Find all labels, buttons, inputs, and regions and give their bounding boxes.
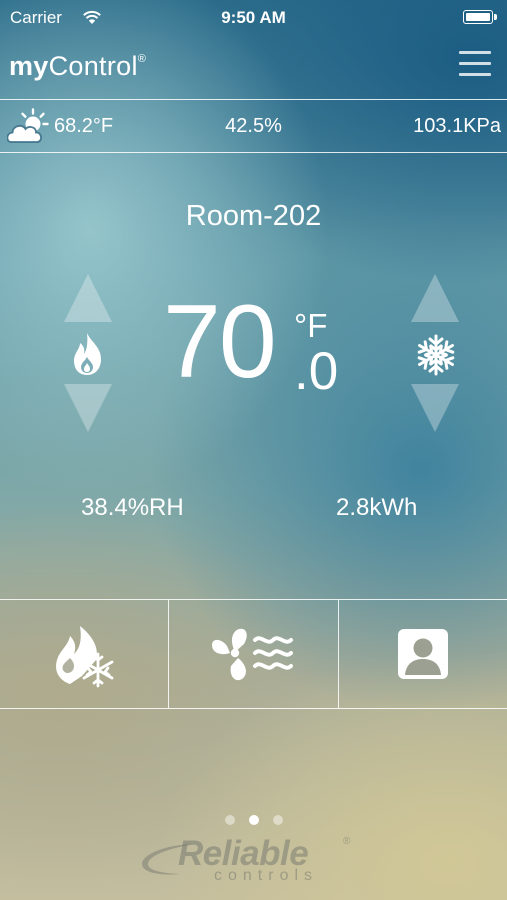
cool-down-arrow-icon[interactable] [411, 384, 459, 432]
hamburger-menu-icon[interactable] [459, 47, 491, 79]
logo-text-my: my [9, 51, 49, 81]
fan-icon [212, 628, 294, 681]
status-bar: Carrier 9:50 AM [0, 0, 507, 36]
snowflake-icon [415, 334, 457, 376]
heat-up-arrow-icon[interactable] [64, 274, 112, 322]
setpoint-temperature: 70 [163, 284, 277, 400]
page-indicator [0, 815, 507, 825]
occupancy-person-icon [397, 629, 448, 679]
weather-bar: 68.2°F 42.5% 103.1KPa [0, 99, 507, 153]
heat-cool-mode-button[interactable] [0, 600, 168, 708]
logo-registered-mark: ® [137, 53, 147, 65]
cool-up-arrow-icon[interactable] [411, 274, 459, 322]
setpoint-unit: °F [294, 307, 328, 344]
room-humidity: 38.4%RH [81, 494, 184, 521]
brand-registered-mark: ® [343, 836, 351, 847]
occupancy-button[interactable] [337, 600, 507, 708]
energy-usage: 2.8kWh [336, 494, 418, 521]
brand-subtitle: controls [214, 867, 319, 884]
status-time: 9:50 AM [221, 8, 286, 27]
battery-icon [463, 10, 497, 24]
app-header: myControl® [0, 36, 507, 100]
page-dot-1[interactable] [224, 815, 235, 825]
mode-row [0, 599, 507, 709]
app-logo: myControl® [9, 51, 146, 82]
brand-logo: Reliable ® controls [138, 830, 378, 890]
setpoint-decimal: .0 [294, 342, 339, 401]
page-dot-3[interactable] [272, 815, 283, 825]
barometric-pressure: 103.1KPa [413, 115, 501, 137]
heat-down-arrow-icon[interactable] [64, 384, 112, 432]
logo-text-control: Control [48, 51, 138, 81]
room-name: Room-202 [185, 200, 322, 232]
fan-mode-button[interactable] [168, 600, 337, 708]
page-dot-2[interactable] [248, 815, 259, 825]
heat-cool-mode-icon [56, 626, 114, 688]
flame-icon [74, 333, 101, 375]
